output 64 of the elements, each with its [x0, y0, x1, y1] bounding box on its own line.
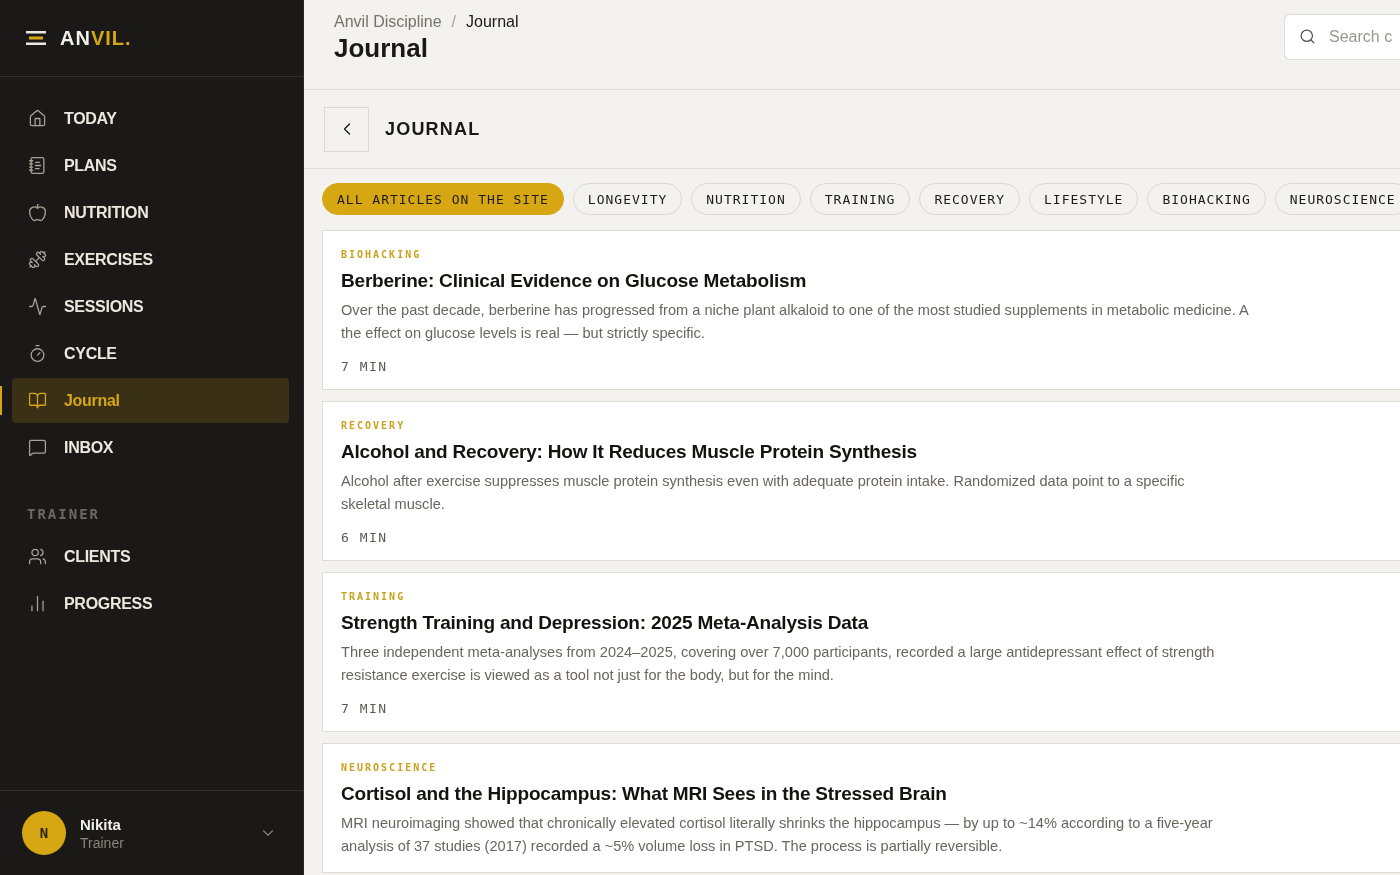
search-icon: [1299, 28, 1316, 45]
nav-item[interactable]: CYCLE: [12, 331, 289, 376]
nav-item[interactable]: PLANS: [12, 143, 289, 188]
search-field[interactable]: Search c: [1284, 14, 1400, 60]
article-tag: NEUROSCIENCE: [341, 762, 1400, 773]
active-indicator: [0, 386, 2, 415]
nav-item[interactable]: PROGRESS: [12, 581, 289, 626]
article-excerpt-line: skeletal muscle.: [341, 494, 446, 514]
article-tag: BIOHACKING: [341, 249, 1400, 260]
book-icon: [28, 391, 47, 410]
nav-item[interactable]: NUTRITION: [12, 190, 289, 235]
article-title: Berberine: Clinical Evidence on Glucose Metabolism: [341, 270, 808, 292]
read-time: 7 MIN: [341, 701, 389, 716]
filter-chip[interactable]: RECOVERY: [919, 183, 1020, 215]
logo-icon: [26, 31, 46, 45]
read-time: 6 MIN: [341, 530, 389, 545]
filter-chip[interactable]: NUTRITION: [691, 183, 801, 215]
pulse-icon: [28, 297, 47, 316]
nav-item[interactable]: TODAY: [12, 96, 289, 141]
article-title: Cortisol and the Hippocampus: What MRI Sees in the Stressed Brain: [341, 783, 948, 805]
nav-item[interactable]: EXERCISES: [12, 237, 289, 282]
section-label: TRAINER: [26, 505, 101, 524]
article-excerpt-line: the effect on glucose levels is real — but strictly specific.: [341, 323, 706, 343]
article-excerpt-line: Alcohol after exercise suppresses muscle protein synthesis even with adequate protein intake. Randomized data point to a specific: [341, 472, 1186, 491]
article-card[interactable]: [322, 743, 1400, 873]
filter-chip[interactable]: LONGEVITY: [572, 183, 683, 215]
dumbbell-icon: [28, 250, 47, 269]
timer-icon: [28, 344, 47, 363]
apple-icon: [28, 203, 47, 222]
article-card[interactable]: [322, 401, 1400, 561]
section-title: JOURNAL: [385, 118, 481, 140]
filter-chip[interactable]: BIOHACKING: [1147, 183, 1266, 215]
people-icon: [28, 547, 47, 566]
user-role: Trainer: [80, 834, 125, 851]
breadcrumb-separator: /: [451, 13, 457, 31]
article-excerpt-line: MRI neuroimaging showed that chronically elevated cortisol literally shrinks the hippocampus — by up to ~14% according to a five-year: [341, 814, 1214, 833]
article-card[interactable]: [322, 230, 1400, 390]
house-icon: [28, 109, 47, 128]
filter-chip[interactable]: ALL ARTICLES ON THE SITE: [322, 183, 564, 215]
article-excerpt-line: resistance exercise is viewed as a tool not just for the body, but for the mind.: [341, 665, 835, 685]
logo-text: ANVIL.: [60, 26, 132, 50]
page-title: Journal: [334, 33, 429, 64]
filter-chip[interactable]: LIFESTYLE: [1029, 183, 1139, 215]
nav-item[interactable]: SESSIONS: [12, 284, 289, 329]
chat-icon: [28, 438, 47, 457]
filter-chip[interactable]: TRAINING: [809, 183, 911, 215]
breadcrumb-item: Journal: [466, 13, 519, 31]
article-tag: RECOVERY: [341, 420, 1400, 431]
article-excerpt-line: Three independent meta-analyses from 2024–2025, covering over 7,000 participants, recorded a large antidepressant effect of strength: [341, 643, 1216, 662]
user-avatar[interactable]: N: [22, 811, 66, 855]
article-excerpt-line: Over the past decade, berberine has progressed from a niche plant alkaloid to one of the most studied supplements in metabolic medicine. A: [341, 301, 1250, 320]
article-tag: TRAINING: [341, 591, 1400, 602]
breadcrumb-item[interactable]: Anvil Discipline: [334, 13, 442, 31]
notebook-icon: [28, 156, 47, 175]
article-title: Alcohol and Recovery: How It Reduces Muscle Protein Synthesis: [341, 441, 918, 463]
filter-chip[interactable]: NEUROSCIENCE: [1274, 183, 1400, 215]
nav-item[interactable]: INBOX: [12, 425, 289, 470]
user-name: Nikita: [80, 815, 122, 833]
article-excerpt-line: analysis of 37 studies (2017) recorded a ~5% volume loss in PTSD. The process is partially reversible.: [341, 836, 1004, 856]
read-time: 7 MIN: [341, 359, 389, 374]
article-title: Strength Training and Depression: 2025 Meta-Analysis Data: [341, 612, 870, 634]
bar-chart-icon: [28, 594, 47, 613]
nav-item[interactable]: CLIENTS: [12, 534, 289, 579]
article-card[interactable]: [322, 572, 1400, 732]
